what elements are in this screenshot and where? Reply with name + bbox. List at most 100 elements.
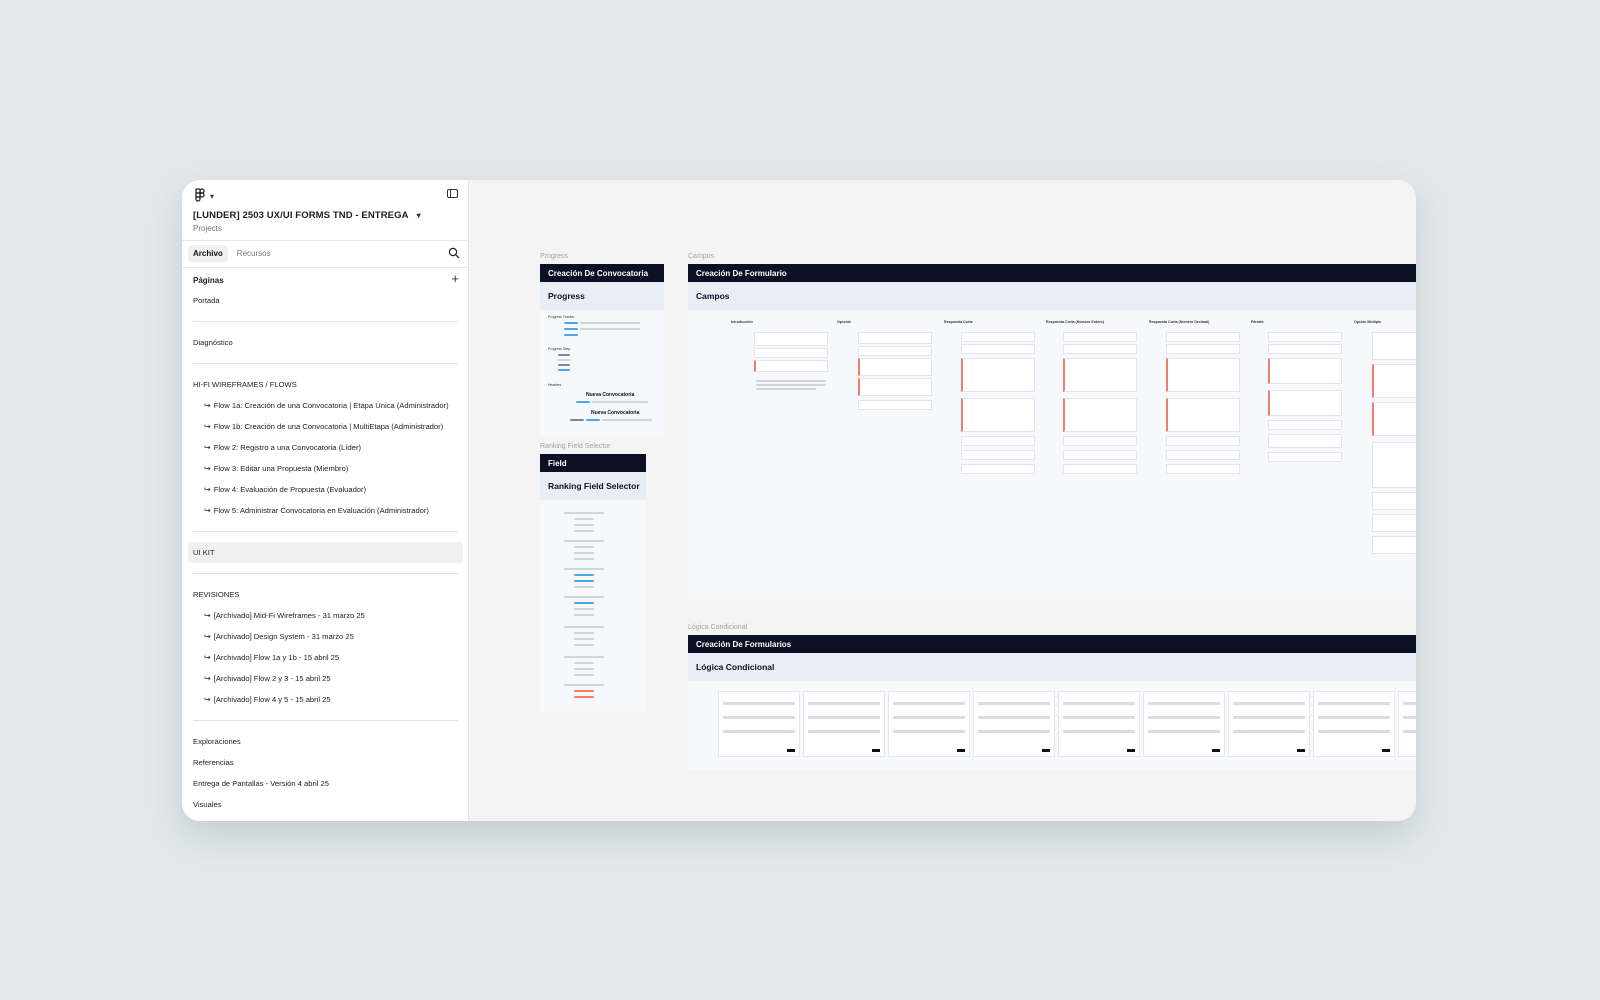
page-item-flow-4[interactable]: ↪ Flow 4: Evaluación de Propuesta (Evalua…: [182, 479, 469, 500]
page-item-revisiones[interactable]: REVISIONES: [182, 584, 469, 605]
page-item-entrega-pantallas[interactable]: Entrega de Pantallas - Versión 4 abril 2…: [182, 773, 469, 794]
field-card: [961, 332, 1035, 342]
field-card: [1372, 536, 1416, 554]
field-card: [1268, 434, 1342, 448]
main-menu-button[interactable]: ▾: [193, 188, 214, 204]
field-card: [1063, 436, 1137, 446]
field-line: [574, 608, 594, 610]
search-icon[interactable]: [448, 247, 460, 259]
frame-ranking-field-selector[interactable]: Field Ranking Field Selector: [540, 454, 646, 712]
frame-progress[interactable]: Creación De Convocatoria Progress Progre…: [540, 264, 664, 437]
frame-label-campos[interactable]: Campos: [688, 253, 714, 260]
page-item-referencias[interactable]: Referencias: [182, 752, 469, 773]
page-label: Visuales: [193, 800, 222, 809]
page-item-archived-flow-2-3[interactable]: ↪ [Archivado] Flow 2 y 3 - 15 abril 25: [182, 668, 469, 689]
field-card: [1372, 492, 1416, 510]
sidebar-toggle-icon[interactable]: [447, 189, 458, 198]
field-line: [574, 662, 594, 664]
page-item-archived-design-system[interactable]: ↪ [Archivado] Design System - 31 marzo 25: [182, 626, 469, 647]
field-line: [574, 580, 594, 582]
subpage-arrow-icon: ↪: [204, 485, 211, 494]
frame-title: Lógica Condicional: [688, 653, 1416, 681]
column-title: Respuesta Corta: [944, 320, 973, 324]
frame-header: Creación De Formulario: [688, 264, 1416, 282]
frame-campos[interactable]: Creación De Formulario Campos Introducci…: [688, 264, 1416, 600]
modal-preview: [1228, 691, 1310, 757]
text-line: [756, 380, 826, 382]
field-line: [574, 546, 594, 548]
field-line: [574, 552, 594, 554]
app-window: ▾ [LUNDER] 2503 UX/UI FORMS TND - ENTREG…: [182, 180, 1416, 821]
frame-label-ranking[interactable]: Ranking Field Selector: [540, 443, 610, 450]
field-card: [1268, 390, 1342, 416]
field-line: [574, 674, 594, 676]
add-page-icon[interactable]: +: [451, 272, 459, 285]
field-card: [1063, 344, 1137, 354]
field-card: [858, 358, 932, 376]
frame-label-progress[interactable]: Progress: [540, 253, 568, 260]
sidebar-tabs: Archivo Recursos: [188, 245, 276, 262]
field-card: [1166, 398, 1240, 432]
field-line: [564, 540, 604, 542]
tab-recursos[interactable]: Recursos: [232, 245, 276, 262]
modal-preview: [803, 691, 885, 757]
frame-header: Creación De Convocatoria: [540, 264, 664, 282]
field-card: [754, 332, 828, 346]
frame-logica-condicional[interactable]: Creación De Formularios Lógica Condicion…: [688, 635, 1416, 770]
page-item-ui-kit[interactable]: UI KIT: [188, 542, 463, 563]
page-item-exploraciones[interactable]: Exploraciones: [182, 731, 469, 752]
page-item-archived-midfi[interactable]: ↪ [Archivado] Mid-Fi Wireframes - 31 marz…: [182, 605, 469, 626]
field-line: [574, 586, 594, 588]
page-item-archived-flow-1[interactable]: ↪ [Archivado] Flow 1a y 1b - 15 abril 25: [182, 647, 469, 668]
page-item-flow-3[interactable]: ↪ Flow 3: Editar una Propuesta (Miembro): [182, 458, 469, 479]
page-label: [Archivado] Mid-Fi Wireframes - 31 marzo…: [213, 611, 365, 620]
page-item-flow-2[interactable]: ↪ Flow 2: Registro a una Convocatoria (Lí…: [182, 437, 469, 458]
field-card: [961, 358, 1035, 392]
field-card: [1166, 358, 1240, 392]
field-card: [754, 360, 828, 372]
field-card: [1372, 514, 1416, 532]
page-item-hifi-wireframes[interactable]: HI-FI WIREFRAMES / FLOWS: [182, 374, 469, 395]
page-item-flow-1b[interactable]: ↪ Flow 1b: Creación de una Convocatoria |…: [182, 416, 469, 437]
figma-logo-icon: [195, 188, 205, 202]
page-label: [Archivado] Flow 4 y 5 - 15 abril 25: [213, 695, 331, 704]
field-line: [574, 690, 594, 692]
page-label: Entrega de Pantallas - Versión 4 abril 2…: [193, 779, 329, 788]
field-line: [564, 684, 604, 686]
page-label: [Archivado] Design System - 31 marzo 25: [213, 632, 354, 641]
progress-line: [580, 322, 640, 324]
design-canvas[interactable]: Progress Creación De Convocatoria Progre…: [470, 180, 1416, 821]
subpage-arrow-icon: ↪: [204, 632, 211, 641]
field-card: [961, 436, 1035, 446]
header-example-title: Nueva Convocatoria: [591, 410, 640, 416]
tab-archivo[interactable]: Archivo: [188, 245, 228, 262]
page-item-diagnostico[interactable]: Diagnóstico: [182, 332, 469, 353]
project-name[interactable]: Projects: [193, 224, 222, 233]
subpage-arrow-icon: ↪: [204, 506, 211, 515]
subpage-arrow-icon: ↪: [204, 401, 211, 410]
field-card: [754, 348, 828, 358]
progress-line: [602, 419, 652, 421]
frame-label-logica[interactable]: Lógica Condicional: [688, 624, 747, 631]
page-label: Flow 4: Evaluación de Propuesta (Evaluad…: [213, 485, 367, 494]
field-line: [574, 644, 594, 646]
subpage-arrow-icon: ↪: [204, 695, 211, 704]
page-item-flow-1a[interactable]: ↪ Flow 1a: Creación de una Convocatoria |…: [182, 395, 469, 416]
page-item-portada[interactable]: Portada: [182, 290, 469, 311]
field-card: [1063, 398, 1137, 432]
field-card: [1166, 344, 1240, 354]
field-card: [961, 344, 1035, 354]
header-example-title: Nueva Convocatoria: [586, 392, 635, 398]
frame-title: Campos: [688, 282, 1416, 310]
file-title[interactable]: [LUNDER] 2503 UX/UI FORMS TND - ENTREGA …: [193, 210, 421, 221]
field-line: [574, 696, 594, 698]
field-card: [1063, 358, 1137, 392]
page-item-flow-5[interactable]: ↪ Flow 5: Administrar Convocatoria en Eva…: [182, 500, 469, 521]
field-card: [1166, 450, 1240, 460]
file-menu-chevron-icon: ▾: [416, 211, 421, 220]
page-label: Flow 1b: Creación de una Convocatoria | …: [213, 422, 444, 431]
page-item-archived-flow-4-5[interactable]: ↪ [Archivado] Flow 4 y 5 - 15 abril 25: [182, 689, 469, 710]
page-item-visuales[interactable]: Visuales: [182, 794, 469, 815]
item-label: Progress Tracker: [548, 315, 575, 319]
subpage-arrow-icon: ↪: [204, 422, 211, 431]
